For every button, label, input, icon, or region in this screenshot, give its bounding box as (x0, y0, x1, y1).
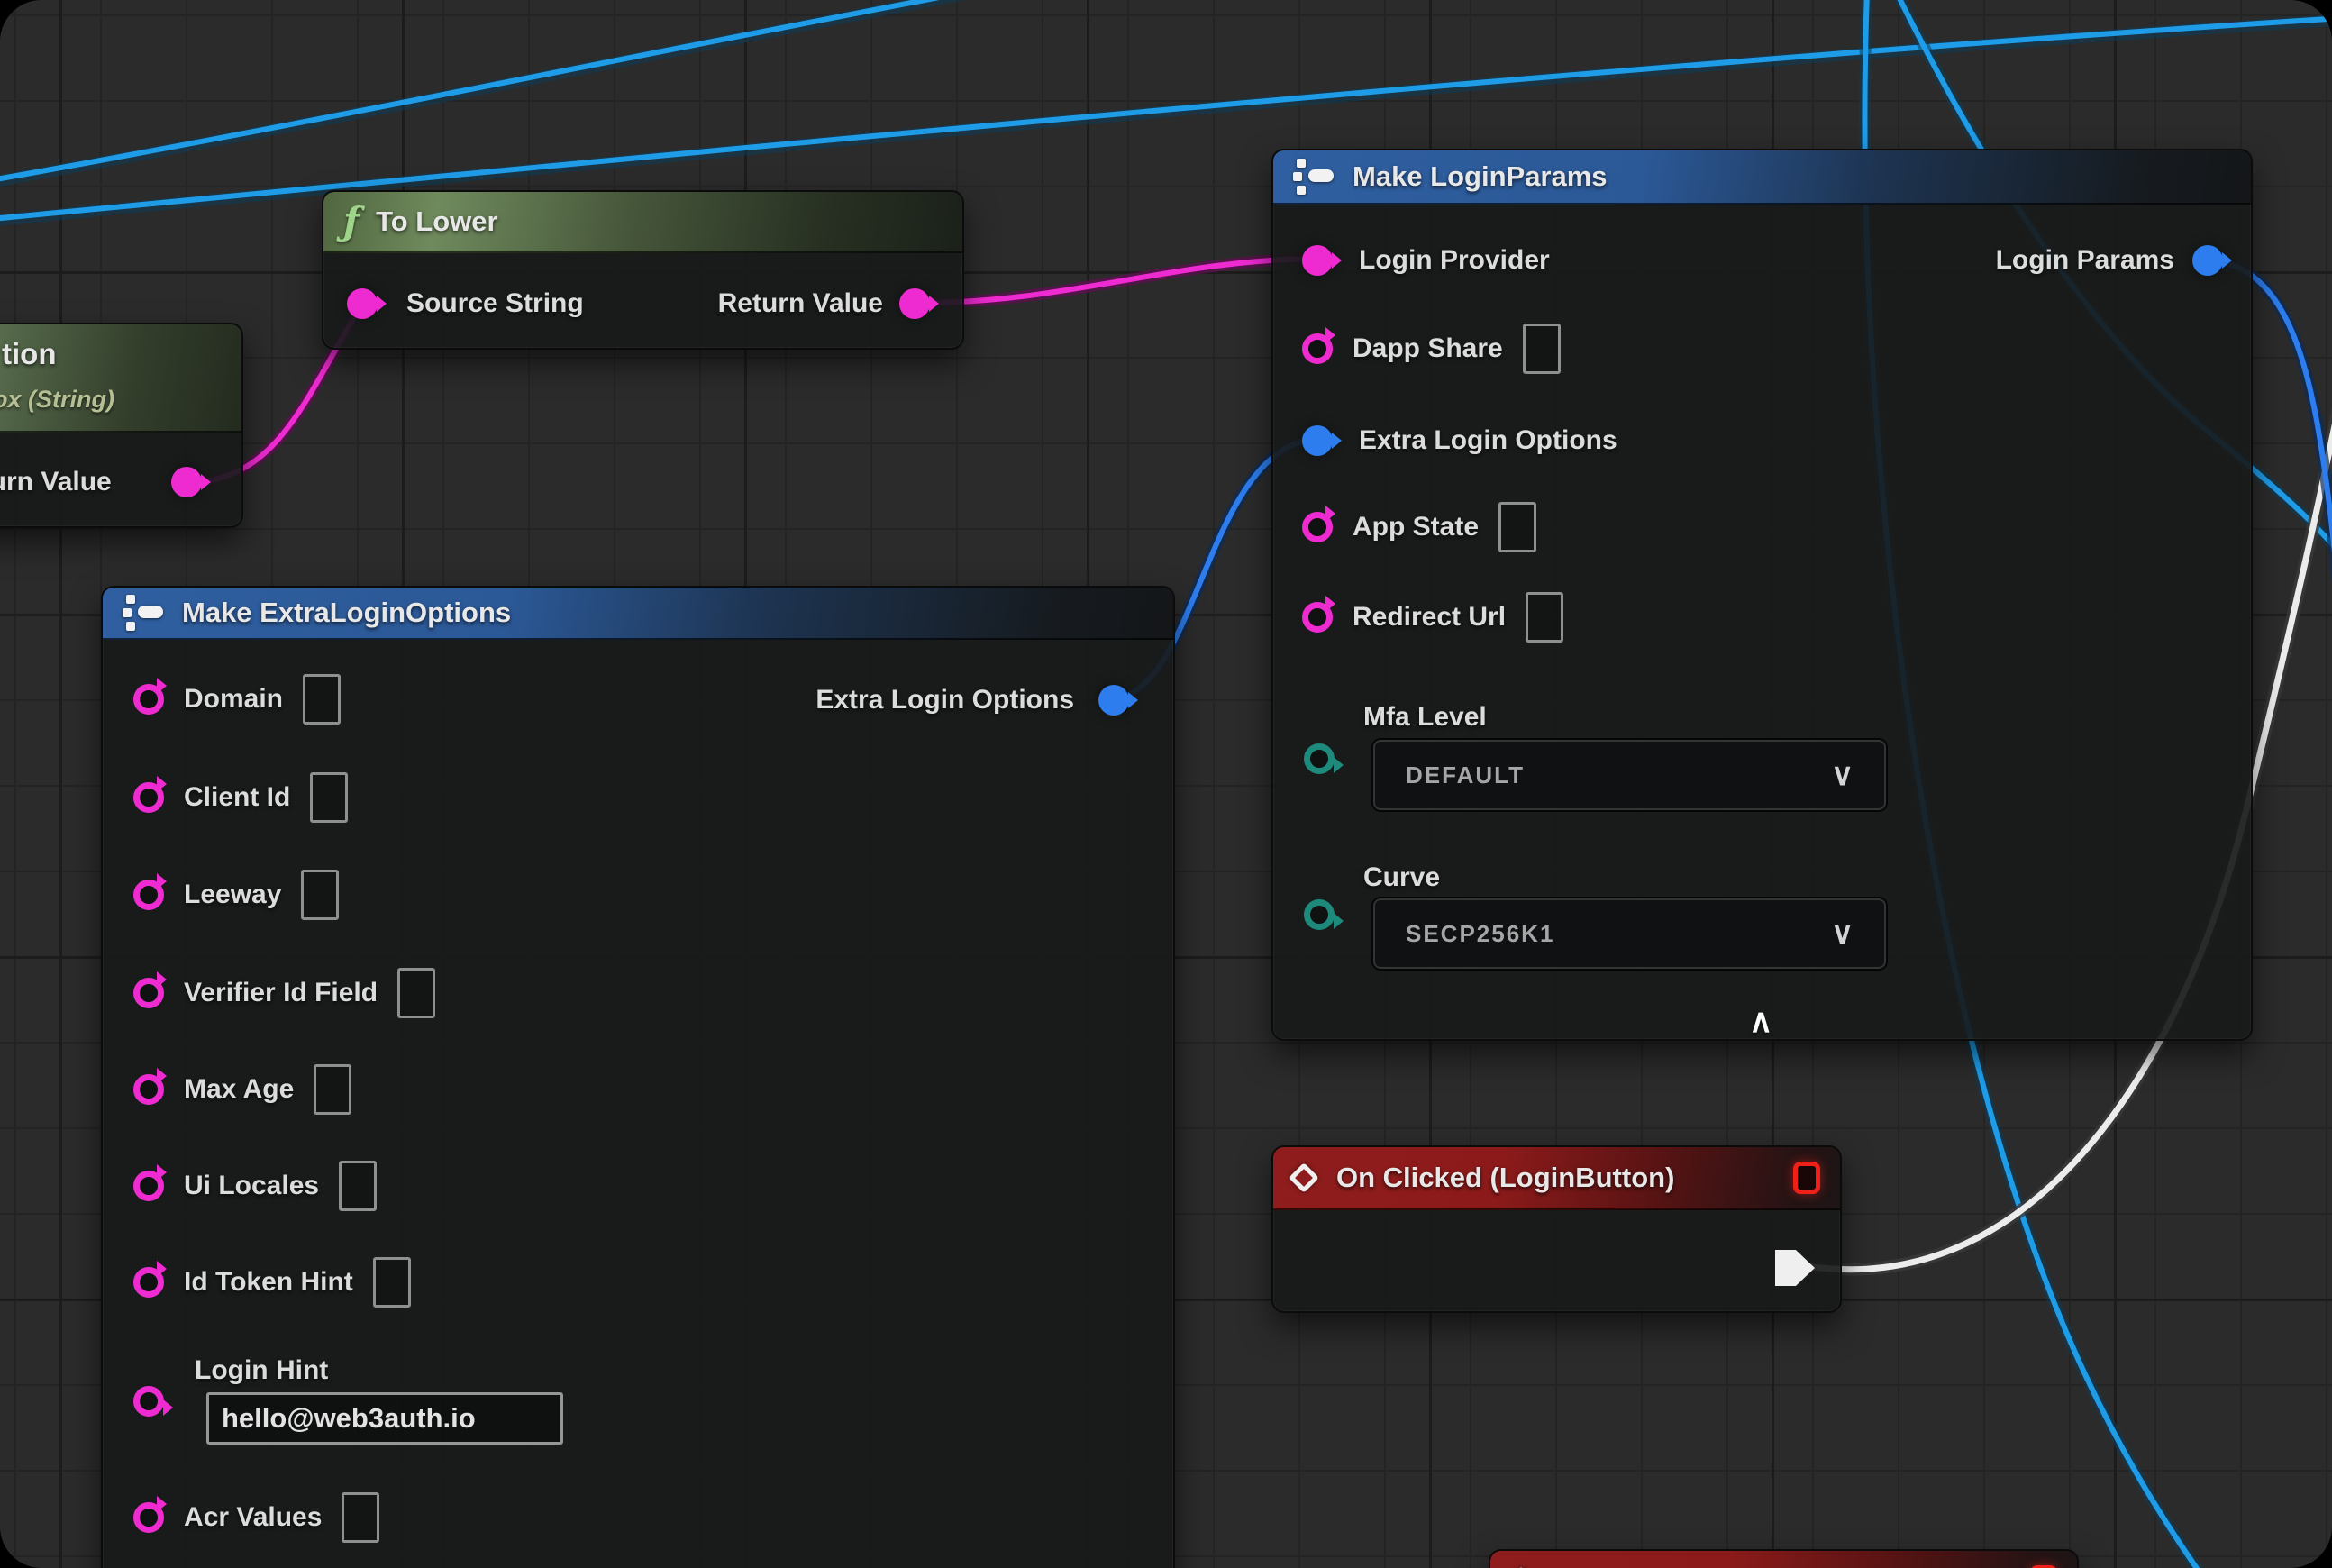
node-title-fragment: tion (2, 337, 56, 371)
event-icon (1289, 1162, 1319, 1193)
function-icon: ƒ (343, 203, 360, 241)
max-age-label: Max Age (184, 1074, 294, 1105)
extra-login-options-input-label: Extra Login Options (1359, 425, 1617, 456)
max-age-value-field[interactable] (314, 1064, 351, 1115)
domain-label: Domain (184, 684, 283, 715)
app-state-label: App State (1353, 512, 1479, 542)
node-text-function-partial[interactable]: tion ox (String) eturn Value (0, 323, 243, 528)
ui-locales-pin[interactable] (133, 1171, 164, 1201)
extra-login-options-input-pin[interactable] (1302, 425, 1333, 456)
domain-pin[interactable] (133, 684, 164, 715)
exec-output-pin[interactable] (1775, 1250, 1815, 1286)
verifier-id-field-pin[interactable] (133, 978, 164, 1008)
extra-login-options-output-pin[interactable] (1098, 685, 1129, 716)
verifier-id-field-label: Verifier Id Field (184, 978, 378, 1008)
source-string-label: Source String (406, 288, 584, 319)
login-params-output-pin[interactable] (2192, 245, 2223, 276)
redirect-url-value-field[interactable] (1526, 592, 1563, 643)
leeway-pin[interactable] (133, 880, 164, 910)
node-to-lower[interactable]: ƒ To Lower Source String Return Value (322, 190, 964, 350)
string-output-pin[interactable] (171, 467, 202, 497)
wire-cyan-a-glow (0, 0, 991, 182)
login-params-output-label: Login Params (1996, 245, 2174, 276)
login-provider-pin[interactable] (1302, 245, 1333, 276)
node-on-clicked-login-button-header[interactable]: On Clicked (LoginButton) (1273, 1147, 1840, 1210)
chevron-down-icon: ∨ (1831, 760, 1854, 790)
return-value-pin[interactable] (899, 288, 930, 319)
collapse-node-button[interactable]: ∧ (1749, 1005, 1772, 1037)
dapp-share-value-field[interactable] (1523, 324, 1561, 374)
max-age-pin[interactable] (133, 1074, 164, 1105)
ui-locales-label: Ui Locales (184, 1171, 319, 1201)
node-on-clicked-logout-button-header[interactable]: On Clicked (LogoutButton) (1490, 1551, 2077, 1568)
leeway-label: Leeway (184, 880, 281, 910)
mfa-level-pin[interactable] (1304, 743, 1335, 774)
curve-value: SECP256K1 (1406, 920, 1554, 948)
login-hint-input[interactable]: hello@web3auth.io (206, 1392, 563, 1445)
client-id-label: Client Id (184, 782, 290, 813)
id-token-hint-value-field[interactable] (373, 1257, 411, 1308)
ui-locales-value-field[interactable] (339, 1161, 377, 1211)
domain-value-field[interactable] (303, 674, 341, 725)
app-state-value-field[interactable] (1498, 502, 1536, 552)
make-struct-icon (1293, 158, 1336, 196)
node-text-function-partial-header[interactable]: tion ox (String) (0, 324, 241, 433)
app-state-pin[interactable] (1302, 512, 1333, 542)
login-hint-pin[interactable] (133, 1386, 164, 1417)
return-value-label-fragment: eturn Value (0, 467, 112, 497)
dapp-share-pin[interactable] (1302, 333, 1333, 364)
acr-values-value-field[interactable] (342, 1492, 379, 1543)
node-title: Make LoginParams (1353, 160, 1608, 193)
node-on-clicked-logout-button[interactable]: On Clicked (LogoutButton) (1489, 1549, 2079, 1568)
blueprint-graph-canvas[interactable]: tion ox (String) eturn Value ƒ To Lower … (0, 0, 2332, 1568)
source-string-pin[interactable] (347, 288, 378, 319)
mfa-level-value: DEFAULT (1406, 761, 1525, 789)
mfa-level-dropdown[interactable]: DEFAULT ∨ (1371, 738, 1888, 812)
node-make-extra-login-options[interactable]: Make ExtraLoginOptions Extra Login Optio… (101, 586, 1175, 1568)
curve-dropdown[interactable]: SECP256K1 ∨ (1371, 897, 1888, 971)
node-make-login-params[interactable]: Make LoginParams Login Provider Login Pa… (1271, 149, 2253, 1041)
bound-event-icon (1793, 1162, 1820, 1194)
login-provider-label: Login Provider (1359, 245, 1550, 276)
node-on-clicked-login-button[interactable]: On Clicked (LoginButton) (1271, 1145, 1842, 1313)
dapp-share-label: Dapp Share (1353, 333, 1503, 364)
node-subtitle-fragment: ox (String) (0, 386, 114, 414)
node-title: On Clicked (LoginButton) (1336, 1162, 1674, 1194)
chevron-down-icon: ∨ (1831, 918, 1854, 949)
leeway-value-field[interactable] (301, 870, 339, 920)
node-to-lower-header[interactable]: ƒ To Lower (323, 192, 962, 253)
make-struct-icon (123, 594, 166, 632)
redirect-url-label: Redirect Url (1353, 602, 1506, 633)
mfa-level-label: Mfa Level (1363, 702, 1487, 733)
redirect-url-pin[interactable] (1302, 602, 1333, 633)
node-make-login-params-header[interactable]: Make LoginParams (1273, 150, 2251, 205)
verifier-id-field-value-field[interactable] (397, 968, 435, 1018)
node-make-extra-login-options-header[interactable]: Make ExtraLoginOptions (103, 588, 1173, 640)
node-title: To Lower (376, 205, 497, 238)
client-id-pin[interactable] (133, 782, 164, 813)
acr-values-pin[interactable] (133, 1502, 164, 1533)
extra-login-options-output-label: Extra Login Options (815, 685, 1074, 716)
login-hint-label: Login Hint (195, 1355, 328, 1386)
curve-label: Curve (1363, 862, 1440, 893)
id-token-hint-pin[interactable] (133, 1267, 164, 1298)
return-value-label: Return Value (718, 288, 883, 319)
curve-pin[interactable] (1304, 899, 1335, 930)
id-token-hint-label: Id Token Hint (184, 1267, 353, 1298)
client-id-value-field[interactable] (310, 772, 348, 823)
node-title: Make ExtraLoginOptions (182, 597, 511, 629)
acr-values-label: Acr Values (184, 1502, 322, 1533)
